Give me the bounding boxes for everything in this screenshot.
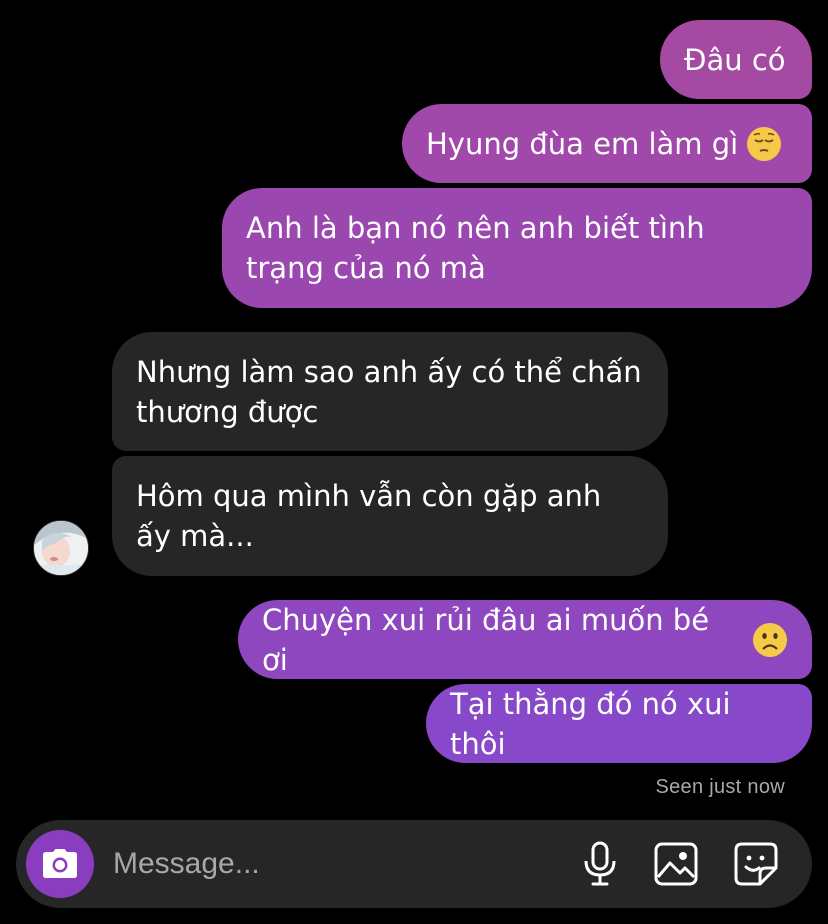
profile-photo xyxy=(34,521,88,575)
message-bubble-outgoing[interactable]: Anh là bạn nó nên anh biết tình trạng củ… xyxy=(222,188,812,308)
message-text: Anh là bạn nó nên anh biết tình trạng củ… xyxy=(246,211,705,285)
message-text: Nhưng làm sao anh ấy có thể chấn thương … xyxy=(136,354,642,429)
message-text: Tại thằng đó nó xui thôi xyxy=(450,686,731,761)
avatar[interactable] xyxy=(33,520,89,576)
message-text: Hôm qua mình vẫn còn gặp anh ấy mà... xyxy=(136,479,602,553)
seen-status: Seen just now xyxy=(655,776,785,798)
microphone-icon xyxy=(584,841,616,886)
message-bubble-outgoing[interactable]: Chuyện xui rủi đâu ai muốn bé ơi xyxy=(238,600,812,679)
camera-button[interactable] xyxy=(26,830,94,898)
message-text: Chuyện xui rủi đâu ai muốn bé ơi xyxy=(262,602,710,677)
message-input[interactable]: Message... xyxy=(113,842,260,886)
message-bubble-outgoing[interactable]: Đâu có xyxy=(660,20,812,99)
message-text: Đâu có xyxy=(684,42,786,77)
sticker-button[interactable] xyxy=(732,840,780,888)
message-composer: Message... xyxy=(16,820,812,908)
sticker-icon xyxy=(734,842,778,886)
gallery-button[interactable] xyxy=(652,840,700,888)
message-bubble-outgoing[interactable]: Tại thằng đó nó xui thôi xyxy=(426,684,812,763)
frowning-face-icon xyxy=(753,622,787,657)
message-bubble-outgoing[interactable]: Hyung đùa em làm gì xyxy=(402,104,812,183)
message-bubble-incoming[interactable]: Hôm qua mình vẫn còn gặp anh ấy mà... xyxy=(112,456,668,576)
camera-icon xyxy=(43,849,77,878)
gallery-icon xyxy=(654,842,698,886)
microphone-button[interactable] xyxy=(576,840,624,888)
message-bubble-incoming[interactable]: Nhưng làm sao anh ấy có thể chấn thương … xyxy=(112,332,668,451)
pensive-face-icon xyxy=(747,126,782,161)
message-text: Hyung đùa em làm gì xyxy=(426,126,739,161)
